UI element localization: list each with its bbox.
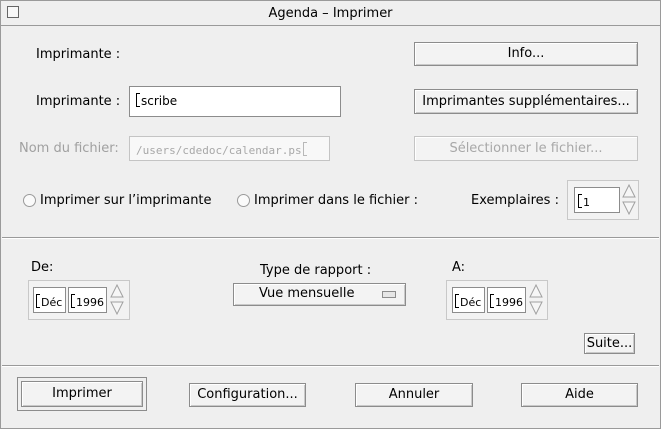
up-down-arrows-icon[interactable] <box>529 284 543 316</box>
text-cursor-icon <box>136 93 140 107</box>
from-stepper[interactable] <box>110 284 124 316</box>
section-divider <box>2 365 659 367</box>
file-name-value: /users/cdedoc/calendar.ps <box>136 144 302 157</box>
setup-button[interactable]: Configuration... <box>189 383 306 407</box>
copies-label: Exemplaires : <box>471 193 559 208</box>
more-printers-button[interactable]: Imprimantes supplémentaires... <box>414 89 638 114</box>
radio-button-icon[interactable] <box>23 194 36 207</box>
option-menu-icon <box>382 291 396 298</box>
from-month-value: Déc <box>41 296 63 309</box>
copies-value: 1 <box>583 196 590 209</box>
from-month-field[interactable]: Déc <box>33 287 66 313</box>
title-bar[interactable]: Agenda – Imprimer <box>1 1 660 26</box>
to-year-value: 1996 <box>495 296 523 309</box>
window-title: Agenda – Imprimer <box>268 6 393 21</box>
print-to-printer-radio[interactable]: Imprimer sur l’imprimante <box>23 193 212 208</box>
select-file-button: Sélectionner le fichier... <box>414 136 638 161</box>
printer-name-field[interactable]: scribe <box>129 86 341 117</box>
to-label: A: <box>452 260 466 275</box>
text-cursor-icon <box>36 294 40 308</box>
text-cursor-icon <box>71 294 75 308</box>
print-to-file-label: Imprimer dans le fichier : <box>254 193 418 208</box>
report-type-value: Vue mensuelle <box>259 286 355 301</box>
print-button[interactable]: Imprimer <box>21 381 143 407</box>
file-name-field: /users/cdedoc/calendar.ps <box>129 136 330 161</box>
printer-name-value: scribe <box>141 94 178 108</box>
info-button[interactable]: Info... <box>414 42 638 66</box>
print-to-file-radio[interactable]: Imprimer dans le fichier : <box>237 193 418 208</box>
more-button[interactable]: Suite... <box>584 333 635 354</box>
report-type-menu[interactable]: Vue mensuelle <box>233 283 406 306</box>
radio-button-icon[interactable] <box>237 194 250 207</box>
to-month-value: Déc <box>460 296 482 309</box>
to-year-field[interactable]: 1996 <box>487 287 526 313</box>
report-type-label: Type de rapport : <box>260 263 372 278</box>
copies-field[interactable]: 1 <box>574 187 620 213</box>
text-cursor-icon <box>578 194 582 208</box>
from-year-value: 1996 <box>76 296 104 309</box>
printer-name-label: Imprimante : <box>36 94 121 109</box>
copies-stepper[interactable] <box>622 184 636 216</box>
to-month-field[interactable]: Déc <box>452 287 485 313</box>
from-year-field[interactable]: 1996 <box>68 287 107 313</box>
text-cursor-icon <box>455 294 459 308</box>
from-label: De: <box>31 260 54 275</box>
printer-label: Imprimante : <box>36 47 121 62</box>
print-dialog-window: Agenda – Imprimer Imprimante : Info... I… <box>0 0 661 429</box>
print-to-printer-label: Imprimer sur l’imprimante <box>40 193 212 208</box>
text-cursor-icon <box>302 142 307 156</box>
file-name-label: Nom du fichier: <box>19 141 119 156</box>
to-stepper[interactable] <box>529 284 543 316</box>
section-divider <box>2 237 659 239</box>
text-cursor-icon <box>490 294 494 308</box>
up-down-arrows-icon[interactable] <box>110 284 124 316</box>
cancel-button[interactable]: Annuler <box>355 383 473 407</box>
up-down-arrows-icon[interactable] <box>622 184 636 216</box>
help-button[interactable]: Aide <box>521 383 638 407</box>
